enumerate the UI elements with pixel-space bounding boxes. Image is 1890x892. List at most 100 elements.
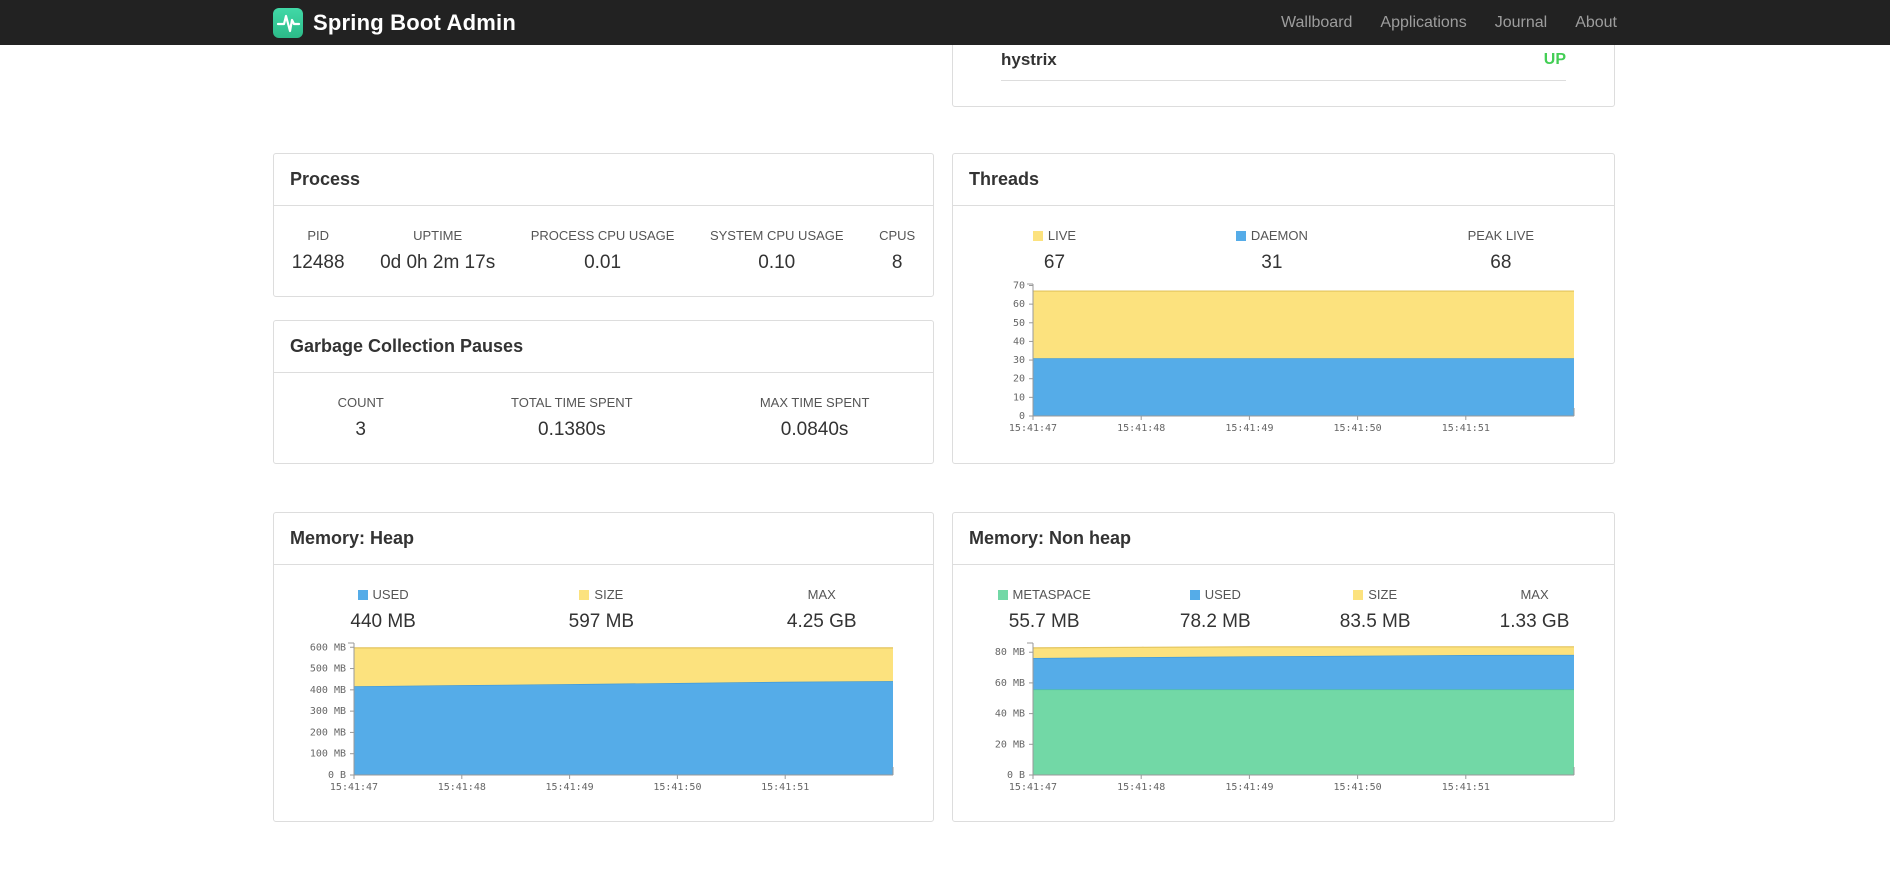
legend-daemon: DAEMON 31 — [1235, 228, 1308, 274]
nav-link-wallboard[interactable]: Wallboard — [1267, 14, 1366, 32]
svg-text:15:41:47: 15:41:47 — [1009, 423, 1057, 434]
svg-text:15:41:50: 15:41:50 — [1334, 423, 1382, 434]
legend-size: SIZE 83.5 MB — [1340, 587, 1411, 633]
heap-panel-title: Memory: Heap — [274, 513, 933, 565]
nonheap-panel: Memory: Non heap METASPACE 55.7 MB USED … — [952, 512, 1615, 822]
legend-value: 4.25 GB — [786, 611, 857, 632]
svg-text:10: 10 — [1013, 392, 1025, 403]
legend-label: USED — [1180, 587, 1251, 602]
heap-legend-row: USED 440 MB SIZE 597 MB MAX 4.25 GB — [274, 565, 933, 633]
svg-text:100 MB: 100 MB — [310, 749, 346, 760]
legend-max: MAX 1.33 GB — [1500, 587, 1570, 633]
svg-text:15:41:51: 15:41:51 — [761, 782, 809, 793]
legend-label: MAX — [787, 587, 857, 602]
nav-links: Wallboard Applications Journal About — [1267, 14, 1617, 32]
legend-text: SIZE — [1368, 587, 1398, 602]
heap-panel: Memory: Heap USED 440 MB SIZE 597 MB MAX… — [273, 512, 934, 822]
legend-used: USED 440 MB — [350, 587, 415, 633]
legend-swatch-size — [579, 590, 590, 600]
legend-value: 78.2 MB — [1179, 611, 1251, 632]
stat-label: CPUS — [879, 228, 916, 243]
legend-value: 55.7 MB — [1008, 611, 1080, 632]
stat-uptime: UPTIME 0d 0h 2m 17s — [380, 228, 495, 274]
nav-link-journal[interactable]: Journal — [1481, 14, 1561, 32]
stat-label: TOTAL TIME SPENT — [511, 395, 633, 410]
legend-value: 1.33 GB — [1499, 611, 1570, 632]
app-logo-icon — [273, 7, 303, 38]
legend-text: MAX — [807, 587, 836, 602]
legend-size: SIZE 597 MB — [569, 587, 634, 633]
gc-panel: Garbage Collection Pauses COUNT 3 TOTAL … — [273, 320, 934, 464]
svg-text:0 B: 0 B — [1007, 770, 1025, 781]
navbar: Spring Boot Admin Wallboard Applications… — [0, 0, 1890, 45]
nav-link-applications[interactable]: Applications — [1366, 14, 1480, 32]
threads-panel: Threads LIVE 67 DAEMON 31 PEAK LIVE 68 0… — [952, 153, 1615, 464]
svg-text:15:41:48: 15:41:48 — [1117, 782, 1165, 793]
svg-text:15:41:49: 15:41:49 — [546, 782, 594, 793]
nav-link-about[interactable]: About — [1561, 14, 1617, 32]
stat-label: SYSTEM CPU USAGE — [709, 228, 844, 243]
legend-used: USED 78.2 MB — [1180, 587, 1251, 633]
legend-text: MAX — [1520, 587, 1549, 602]
threads-chart: 0 10 20 30 40 50 60 70 15:41:47 15:41:48 15:41:49 1… — [963, 278, 1600, 438]
svg-text:50: 50 — [1013, 318, 1025, 329]
svg-text:15:41:49: 15:41:49 — [1225, 423, 1273, 434]
legend-text: DAEMON — [1250, 228, 1308, 243]
legend-swatch-daemon — [1235, 231, 1246, 241]
legend-metaspace: METASPACE 55.7 MB — [997, 587, 1091, 633]
stat-value: 12488 — [291, 252, 345, 273]
svg-text:60 MB: 60 MB — [995, 678, 1025, 689]
stat-cpus: CPUS 8 — [879, 228, 915, 274]
svg-text:80 MB: 80 MB — [995, 647, 1025, 658]
legend-swatch-size — [1353, 590, 1364, 600]
legend-label: MAX — [1500, 587, 1570, 602]
legend-value: 597 MB — [568, 611, 635, 632]
stat-value: 0d 0h 2m 17s — [380, 252, 496, 273]
svg-text:0: 0 — [1019, 411, 1025, 422]
legend-label: METASPACE — [997, 587, 1091, 602]
svg-text:300 MB: 300 MB — [310, 706, 346, 717]
legend-value: 67 — [1043, 252, 1066, 273]
process-stats-row: PID 12488 UPTIME 0d 0h 2m 17s PROCESS CP… — [274, 206, 933, 274]
legend-live: LIVE 67 — [1032, 228, 1076, 274]
svg-text:400 MB: 400 MB — [310, 685, 346, 696]
legend-swatch-used — [1189, 590, 1200, 600]
legend-swatch-metaspace — [997, 590, 1008, 600]
svg-text:70: 70 — [1013, 280, 1025, 291]
health-item-name: hystrix — [1001, 50, 1057, 69]
stat-gc-count: COUNT 3 — [338, 395, 384, 441]
navbar-inner: Spring Boot Admin Wallboard Applications… — [273, 0, 1617, 45]
svg-text:600 MB: 600 MB — [310, 642, 346, 653]
legend-swatch-live — [1032, 231, 1043, 241]
stat-process-cpu: PROCESS CPU USAGE 0.01 — [531, 228, 675, 274]
svg-text:60: 60 — [1013, 299, 1025, 310]
legend-value: 440 MB — [350, 611, 416, 632]
legend-label: SIZE — [1340, 587, 1411, 602]
svg-text:15:41:51: 15:41:51 — [1442, 423, 1490, 434]
threads-chart-svg: 0 10 20 30 40 50 60 70 15:41:47 15:41:48 15:41:49 1… — [1009, 280, 1575, 434]
health-status-badge: UP — [1543, 51, 1566, 68]
svg-text:200 MB: 200 MB — [310, 727, 346, 738]
legend-value: 68 — [1490, 252, 1512, 273]
svg-text:15:41:48: 15:41:48 — [438, 782, 486, 793]
threads-panel-title: Threads — [953, 154, 1614, 206]
brand-link[interactable]: Spring Boot Admin — [273, 7, 516, 38]
legend-label: DAEMON — [1235, 228, 1308, 243]
stat-value: 0.10 — [758, 252, 796, 273]
svg-text:20: 20 — [1013, 374, 1025, 385]
legend-swatch-used — [357, 590, 368, 600]
svg-text:15:41:50: 15:41:50 — [653, 782, 701, 793]
stat-pid: PID 12488 — [292, 228, 345, 274]
gc-stats-row: COUNT 3 TOTAL TIME SPENT 0.1380s MAX TIM… — [274, 373, 933, 441]
svg-text:500 MB: 500 MB — [310, 664, 346, 675]
stat-label: MAX TIME SPENT — [759, 395, 870, 410]
stat-label: COUNT — [337, 395, 384, 410]
stat-value: 8 — [891, 252, 903, 273]
svg-text:15:41:48: 15:41:48 — [1117, 423, 1165, 434]
stat-label: PID — [307, 228, 329, 243]
main-content: hystrix UP Process PID 12488 UPTIME 0d 0… — [273, 0, 1617, 892]
legend-text: USED — [372, 587, 409, 602]
legend-label: LIVE — [1032, 228, 1076, 243]
legend-value: 31 — [1261, 252, 1283, 273]
stat-value: 0.0840s — [780, 419, 849, 440]
